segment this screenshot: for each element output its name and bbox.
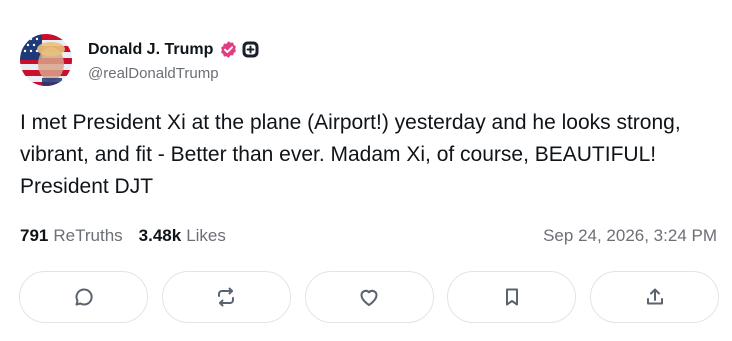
post-text: I met President Xi at the plane (Airport…: [20, 111, 681, 198]
retruth-button[interactable]: [161, 271, 291, 323]
retruths-label: ReTruths: [53, 226, 123, 245]
action-bar: [19, 271, 719, 323]
plus-badge-icon: [242, 41, 259, 58]
post-header: Donald J. Trump @realDonaldTrump: [20, 32, 259, 88]
share-icon: [646, 288, 663, 305]
share-button[interactable]: [590, 271, 719, 323]
author-handle[interactable]: @realDonaldTrump: [88, 65, 259, 82]
bookmark-icon: [505, 288, 518, 306]
flag-portrait-avatar-icon: [20, 34, 72, 86]
likes-stat[interactable]: 3.48k Likes: [139, 226, 226, 246]
post-timestamp[interactable]: Sep 24, 2026, 3:24 PM: [543, 226, 717, 246]
repost-icon: [218, 287, 235, 307]
bookmark-button[interactable]: [447, 271, 577, 323]
author-names: Donald J. Trump @realDonaldTrump: [88, 39, 259, 82]
comment-icon: [75, 288, 93, 306]
display-name[interactable]: Donald J. Trump: [88, 41, 213, 59]
like-button[interactable]: [304, 271, 434, 323]
name-row: Donald J. Trump: [88, 39, 259, 61]
heart-icon: [360, 289, 378, 306]
verified-badge-icon: [219, 40, 238, 59]
likes-count: 3.48k: [138, 226, 182, 245]
avatar[interactable]: [20, 34, 72, 86]
likes-label: Likes: [186, 226, 226, 245]
reply-button[interactable]: [19, 271, 148, 323]
post-card: Donald J. Trump @realDonaldTrump I met P…: [0, 0, 732, 341]
retruths-count: 791: [20, 226, 49, 245]
retruths-stat[interactable]: 791 ReTruths: [20, 226, 123, 246]
post-stats: 791 ReTruths 3.48k Likes Sep 24, 2026, 3…: [20, 224, 717, 248]
